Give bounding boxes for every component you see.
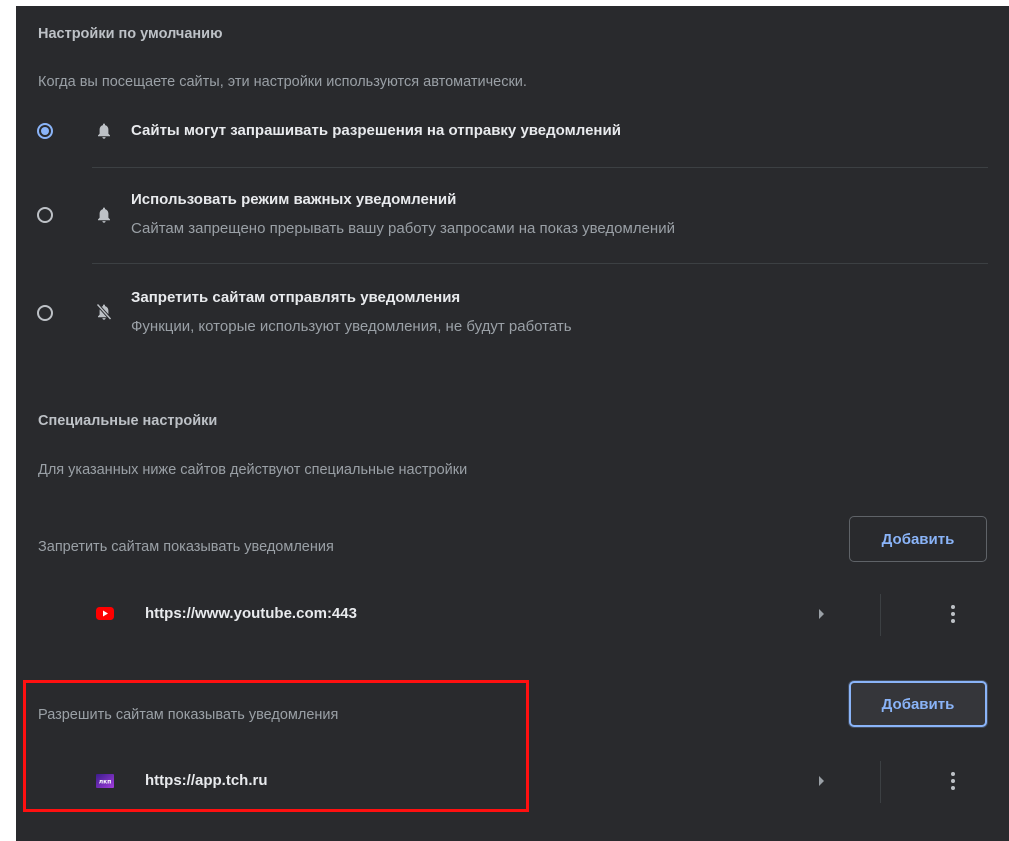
- arrow-right-icon[interactable]: [819, 609, 824, 619]
- bell-off-icon: [96, 303, 112, 321]
- site-row[interactable]: https://www.youtube.com:443: [16, 590, 1009, 640]
- radio-quiet-mode[interactable]: [37, 207, 53, 223]
- radio-block-all[interactable]: [37, 305, 53, 321]
- divider: [880, 594, 881, 636]
- block-list-header: Запретить сайтам показывать уведомления: [38, 539, 334, 555]
- option-quiet-mode-sublabel: Сайтам запрещено прерывать вашу работу з…: [131, 220, 675, 237]
- defaults-title: Настройки по умолчанию: [38, 26, 223, 42]
- bell-icon: [98, 123, 110, 139]
- site-url[interactable]: https://www.youtube.com:443: [145, 605, 357, 622]
- option-block-all-sublabel: Функции, которые используют уведомления,…: [131, 318, 572, 335]
- arrow-right-icon[interactable]: [819, 776, 824, 786]
- more-vert-icon[interactable]: [944, 772, 962, 792]
- block-add-button[interactable]: Добавить: [849, 516, 987, 562]
- more-vert-icon[interactable]: [944, 605, 962, 625]
- option-quiet-mode-label: Использовать режим важных уведомлений: [131, 191, 457, 208]
- radio-allow-requests[interactable]: [37, 123, 53, 139]
- notifications-settings-panel: Настройки по умолчанию Когда вы посещает…: [16, 6, 1009, 841]
- divider: [880, 761, 881, 803]
- defaults-description: Когда вы посещаете сайты, эти настройки …: [38, 74, 527, 90]
- tch-icon: лкп: [96, 774, 114, 788]
- divider: [92, 167, 988, 168]
- option-allow-requests-label: Сайты могут запрашивать разрешения на от…: [131, 122, 621, 139]
- site-url[interactable]: https://app.tch.ru: [145, 772, 268, 789]
- allow-add-button[interactable]: Добавить: [849, 681, 987, 727]
- divider: [92, 263, 988, 264]
- bell-icon: [98, 207, 110, 223]
- allow-list-header: Разрешить сайтам показывать уведомления: [38, 707, 339, 723]
- youtube-icon: [96, 607, 114, 620]
- custom-description: Для указанных ниже сайтов действуют спец…: [38, 462, 468, 478]
- custom-title: Специальные настройки: [38, 413, 218, 429]
- option-block-all-label: Запретить сайтам отправлять уведомления: [131, 289, 461, 306]
- tch-icon-text: лкп: [99, 779, 112, 786]
- site-row[interactable]: лкп https://app.tch.ru: [16, 757, 1009, 807]
